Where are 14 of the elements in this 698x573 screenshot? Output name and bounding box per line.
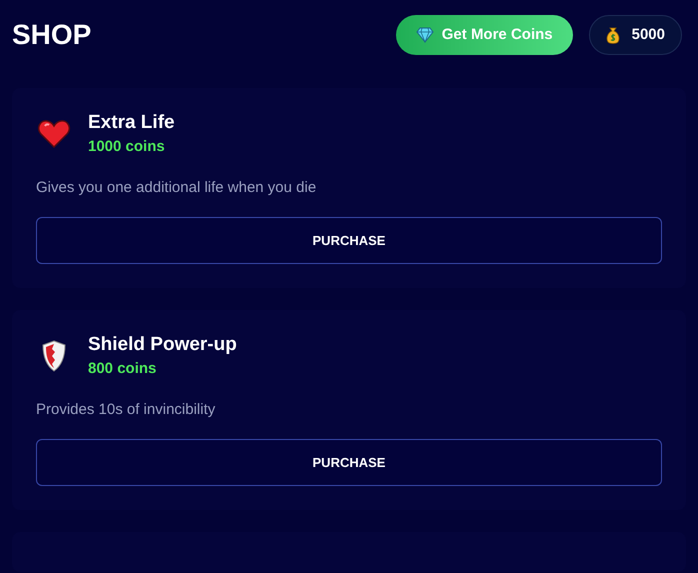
purchase-button[interactable]: PURCHASE	[36, 439, 662, 486]
item-name: Shield Power-up	[88, 333, 237, 357]
shield-icon	[41, 340, 67, 372]
diamond-icon	[416, 27, 434, 43]
money-bag-icon	[606, 26, 620, 44]
item-price: 800 coins	[88, 359, 158, 379]
page-title: SHOP	[12, 18, 92, 52]
balance-amount: 5000	[632, 24, 665, 45]
item-name: Extra Life	[88, 111, 175, 135]
item-description: Provides 10s of invincibility	[36, 400, 216, 420]
purchase-button[interactable]: PURCHASE	[36, 217, 662, 264]
item-description: Gives you one additional life when you die	[36, 178, 318, 198]
item-price: 1000 coins	[88, 137, 166, 157]
heart-icon	[37, 119, 71, 150]
